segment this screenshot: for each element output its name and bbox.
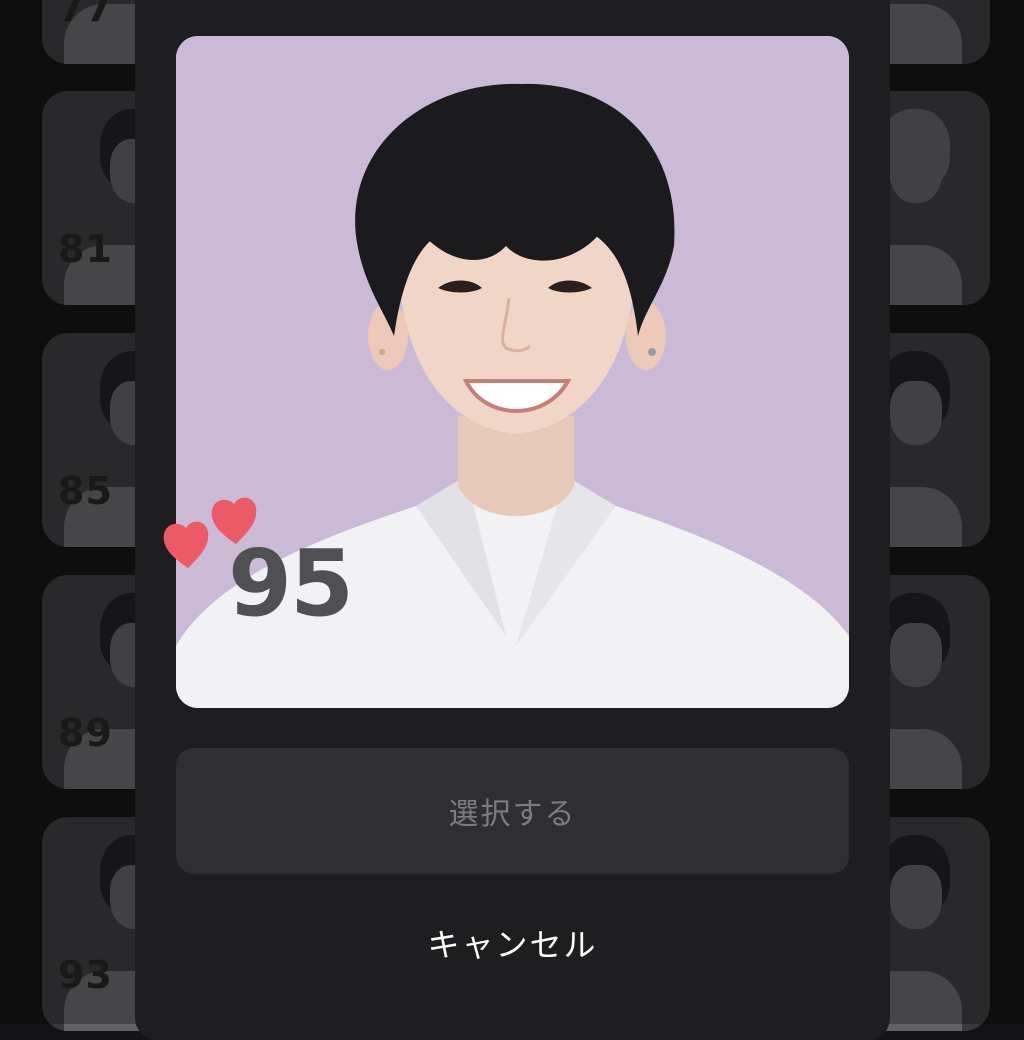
selected-photo-card: 95 (176, 36, 849, 708)
hearts-icon (163, 497, 257, 568)
cancel-button[interactable]: キャンセル (176, 912, 849, 974)
select-button[interactable]: 選択する (176, 748, 849, 874)
